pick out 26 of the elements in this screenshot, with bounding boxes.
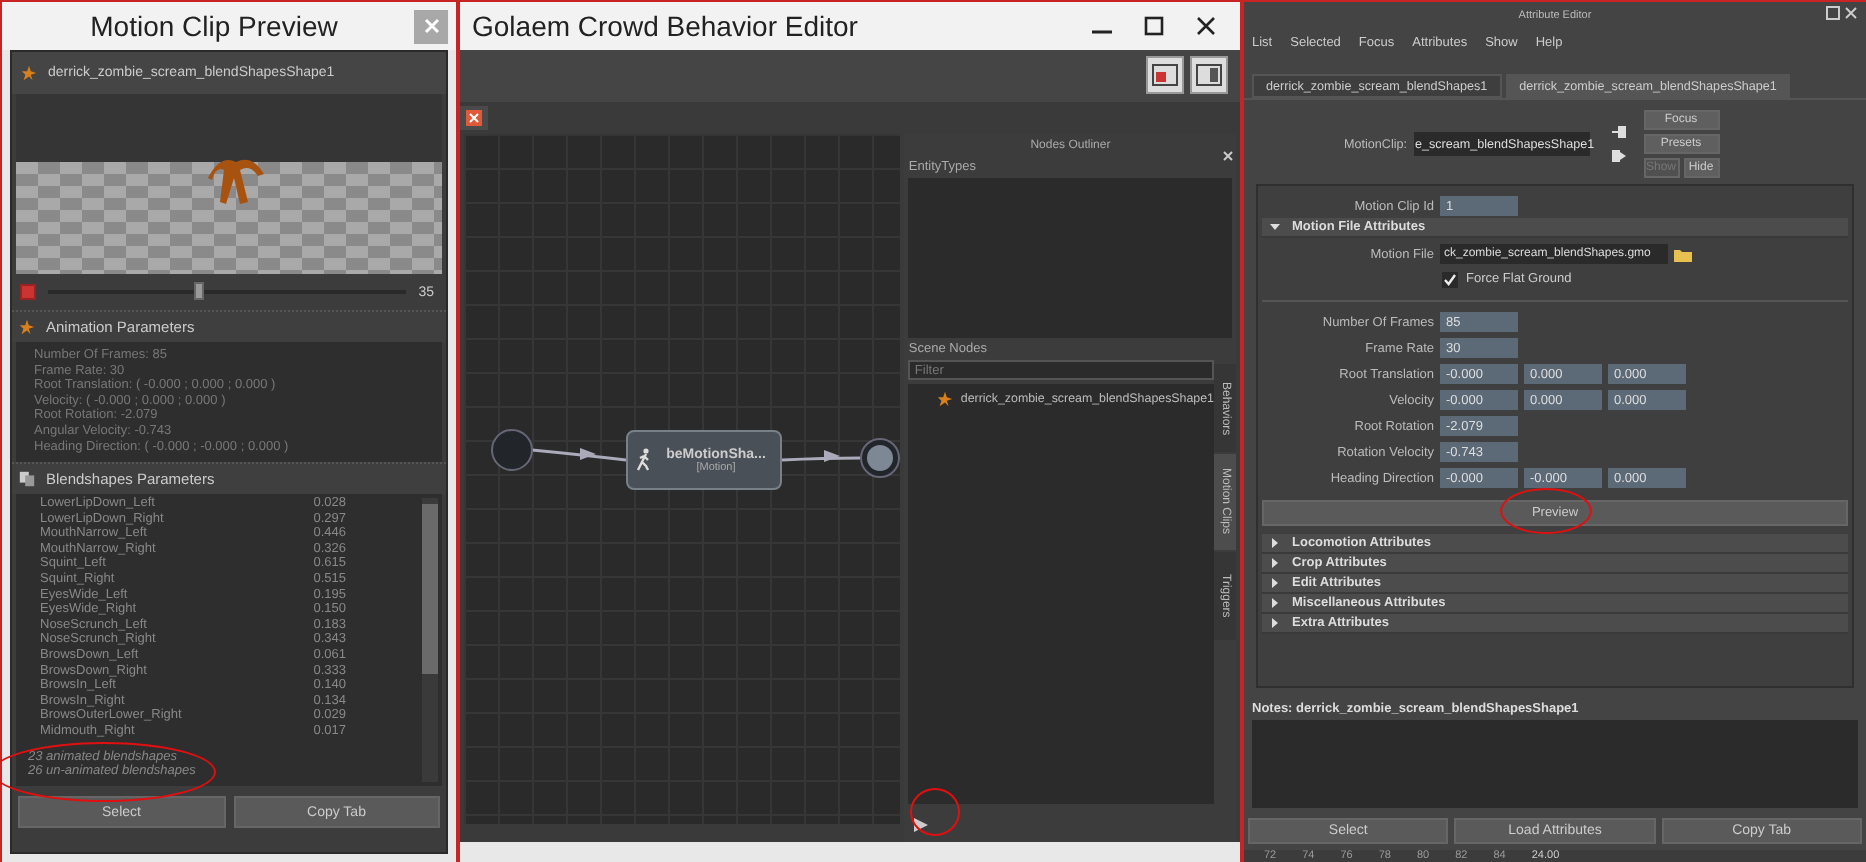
- slider-thumb[interactable]: [194, 282, 205, 300]
- folder-icon[interactable]: [1674, 247, 1692, 261]
- edge-arrow: [781, 450, 860, 462]
- window-title: Motion Clip Preview: [88, 10, 340, 42]
- play-icon[interactable]: [914, 818, 929, 832]
- collapse-arrow-icon[interactable]: [1270, 222, 1280, 232]
- editor-tab[interactable]: [460, 106, 488, 130]
- end-node[interactable]: [860, 438, 900, 478]
- start-node[interactable]: [491, 429, 533, 471]
- notes-field[interactable]: [1252, 720, 1858, 808]
- checkmark-icon: [1444, 273, 1456, 285]
- toolbar-button[interactable]: [1190, 56, 1228, 94]
- float-icon[interactable]: [1826, 6, 1840, 20]
- checkbox[interactable]: [1442, 271, 1458, 287]
- toolbar-button[interactable]: [1146, 56, 1184, 94]
- scrollbar[interactable]: [422, 498, 438, 782]
- window-title: Golaem Crowd Behavior Editor: [472, 10, 860, 42]
- input-connection-icon[interactable]: [1611, 126, 1625, 138]
- walking-person-icon: [636, 448, 652, 472]
- output-connection-icon[interactable]: [1611, 150, 1625, 162]
- layers-icon: [18, 470, 36, 488]
- close-icon[interactable]: [1196, 16, 1216, 36]
- annotation-circle: [910, 788, 960, 836]
- maximize-icon[interactable]: [1144, 16, 1164, 36]
- annotation-circle: [1500, 488, 1592, 534]
- edge-arrow: [531, 448, 627, 462]
